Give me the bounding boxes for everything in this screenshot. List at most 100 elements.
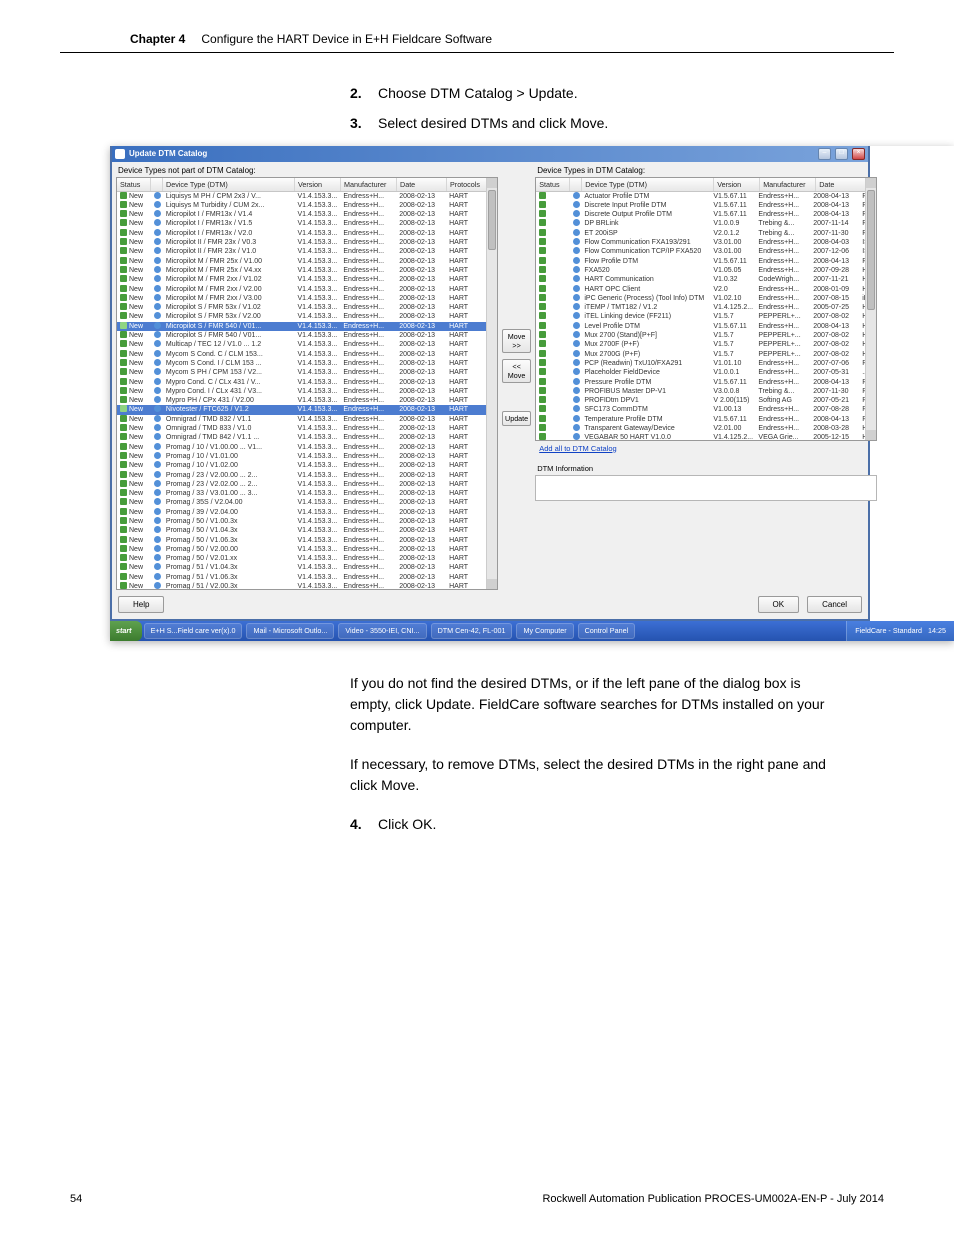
table-row[interactable]: Mux 2700G (P+F)V1.5.7PEPPERL+...2007-08-… — [536, 350, 865, 359]
table-row[interactable]: Flow Profile DTMV1.5.67.11Endress+H...20… — [536, 257, 865, 266]
table-row[interactable]: NewMypro PH / CPx 431 / V2.00V1.4.153.3.… — [117, 396, 486, 405]
table-row[interactable]: NewMicropilot M / FMR 25x / V1.00V1.4.15… — [117, 257, 486, 266]
start-button[interactable]: start — [110, 621, 142, 641]
table-row[interactable]: NewMicropilot M / FMR 2xx / V1.02V1.4.15… — [117, 275, 486, 284]
table-row[interactable]: Temperature Profile DTMV1.5.67.11Endress… — [536, 415, 865, 424]
col-manufacturer[interactable]: Manufacturer — [341, 178, 397, 191]
taskbar-item[interactable]: Mail - Microsoft Outlo... — [246, 623, 334, 639]
table-row[interactable]: NewPromag / 39 / V2.04.00V1.4.153.3...En… — [117, 508, 486, 517]
table-row[interactable]: NewMicropilot M / FMR 2xx / V3.00V1.4.15… — [117, 294, 486, 303]
table-row[interactable]: HART CommunicationV1.0.32CodeWrigh...200… — [536, 275, 865, 284]
table-row[interactable]: DP BRLinkV1.0.0.9Trebing &...2007-11-14P… — [536, 219, 865, 228]
table-row[interactable]: NewMicropilot II / FMR 23x / V1.0V1.4.15… — [117, 247, 486, 256]
table-row[interactable]: Level Profile DTMV1.5.67.11Endress+H...2… — [536, 322, 865, 331]
table-row[interactable]: NewMicropilot S / FMR 53x / V2.00V1.4.15… — [117, 312, 486, 321]
table-row[interactable]: SFC173 CommDTMV1.00.13Endress+H...2007-0… — [536, 405, 865, 414]
taskbar-item[interactable]: Video - 3550-IEI, CNI... — [338, 623, 426, 639]
table-row[interactable]: NewPromag / 23 / V2.02.00 ... 2...V1.4.1… — [117, 480, 486, 489]
col-protocol[interactable]: Protocols — [447, 178, 487, 191]
table-row[interactable]: NewPromag / 50 / V2.01.xxV1.4.153.3...En… — [117, 554, 486, 563]
table-row[interactable]: NewMypro Cond. C / CLx 431 / V...V1.4.15… — [117, 378, 486, 387]
col-status[interactable]: Status — [117, 178, 151, 191]
table-row[interactable]: Discrete Input Profile DTMV1.5.67.11Endr… — [536, 201, 865, 210]
add-all-link[interactable]: Add all to DTM Catalog — [535, 441, 877, 456]
table-row[interactable]: NewMicropilot II / FMR 23x / V0.3V1.4.15… — [117, 238, 486, 247]
col-date[interactable]: Date — [397, 178, 447, 191]
table-row[interactable]: PROFIBUS Master DP-V1V3.0.0.8Trebing &..… — [536, 387, 865, 396]
table-row[interactable]: NewMycom S PH / CPM 153 / V2...V1.4.153.… — [117, 368, 486, 377]
table-row[interactable]: Flow Communication TCP/IP FXA520V3.01.00… — [536, 247, 865, 256]
table-row[interactable]: Placeholder FieldDeviceV1.0.0.1Endress+H… — [536, 368, 865, 377]
table-row[interactable]: NewPromag / 51 / V1.04.3xV1.4.153.3...En… — [117, 563, 486, 572]
table-row[interactable]: HART OPC ClientV2.0Endress+H...2008-01-0… — [536, 285, 865, 294]
table-row[interactable]: NewMulticap / TEC 12 / V1.0 ... 1.2V1.4.… — [117, 340, 486, 349]
col-status[interactable]: Status — [536, 178, 570, 191]
table-row[interactable]: NewPromag / 10 / V1.00.00 ... V1...V1.4.… — [117, 443, 486, 452]
table-row[interactable]: NewNivotester / FTC625 / V1.2V1.4.153.3.… — [117, 405, 486, 414]
table-row[interactable]: NewPromag / 33 / V3.01.00 ... 3...V1.4.1… — [117, 489, 486, 498]
maximize-button[interactable]: □ — [835, 148, 848, 160]
table-row[interactable]: NewMicropilot M / FMR 25x / V4.xxV1.4.15… — [117, 266, 486, 275]
table-row[interactable]: VEGABAR 50 HART V1.0.0V1.4.125.2...VEGA … — [536, 433, 865, 439]
right-grid[interactable]: Status Device Type (DTM) Version Manufac… — [535, 177, 877, 441]
table-row[interactable]: NewOmnigrad / TMD 833 / V1.0V1.4.153.3..… — [117, 424, 486, 433]
table-row[interactable]: NewOmnigrad / TMD 832 / V1.1V1.4.153.3..… — [117, 415, 486, 424]
ok-button[interactable]: OK — [758, 596, 800, 613]
table-row[interactable]: NewPromag / 50 / V2.00.00V1.4.153.3...En… — [117, 545, 486, 554]
table-row[interactable]: NewPromag / 35S / V2.04.00V1.4.153.3...E… — [117, 498, 486, 507]
col-version[interactable]: Version — [295, 178, 341, 191]
table-row[interactable]: Mux 2700F (P+F)V1.5.7PEPPERL+...2007-08-… — [536, 340, 865, 349]
taskbar-item[interactable]: DTM Cen-42, FL-001 — [431, 623, 513, 639]
col-manufacturer[interactable]: Manufacturer — [760, 178, 816, 191]
minimize-button[interactable]: – — [818, 148, 831, 160]
table-row[interactable]: NewMicropilot S / FMR 540 / V01...V1.4.1… — [117, 331, 486, 340]
right-scrollbar[interactable] — [865, 178, 876, 440]
table-row[interactable]: NewLiquisys M PH / CPM 2x3 / V...V1.4.15… — [117, 192, 486, 201]
table-row[interactable]: NewMypro Cond. I / CLx 431 / V3...V1.4.1… — [117, 387, 486, 396]
table-row[interactable]: ET 200iSPV2.0.1.2Trebing &...2007-11-30P… — [536, 229, 865, 238]
table-row[interactable]: NewMicropilot I / FMR13x / V2.0V1.4.153.… — [117, 229, 486, 238]
table-row[interactable]: NewMicropilot I / FMR13x / V1.4V1.4.153.… — [117, 210, 486, 219]
left-scrollbar[interactable] — [486, 178, 497, 589]
update-button[interactable]: Update — [502, 411, 531, 426]
table-row[interactable]: NewMycom S Cond. I / CLM 153 ...V1.4.153… — [117, 359, 486, 368]
table-row[interactable]: NewMicropilot S / FMR 540 / V01...V1.4.1… — [117, 322, 486, 331]
table-row[interactable]: NewPromag / 50 / V1.06.3xV1.4.153.3...En… — [117, 536, 486, 545]
table-row[interactable]: NewMicropilot M / FMR 2xx / V2.00V1.4.15… — [117, 285, 486, 294]
taskbar-item[interactable]: Control Panel — [578, 623, 636, 639]
taskbar-item[interactable]: My Computer — [516, 623, 573, 639]
table-row[interactable]: NewPromag / 51 / V1.06.3xV1.4.153.3...En… — [117, 573, 486, 582]
table-row[interactable]: NewLiquisys M Turbidity / CUM 2x...V1.4.… — [117, 201, 486, 210]
table-row[interactable]: Flow Communication FXA193/291V3.01.00End… — [536, 238, 865, 247]
help-button[interactable]: Help — [118, 596, 164, 613]
table-row[interactable]: NewPromag / 51 / V2.00.3xV1.4.153.3...En… — [117, 582, 486, 589]
table-row[interactable]: iPC Generic (Process) (Tool Info) DTMV1.… — [536, 294, 865, 303]
col-version[interactable]: Version — [714, 178, 760, 191]
table-row[interactable]: NewPromag / 50 / V1.00.3xV1.4.153.3...En… — [117, 517, 486, 526]
table-row[interactable]: Pressure Profile DTMV1.5.67.11Endress+H.… — [536, 378, 865, 387]
taskbar-item[interactable]: E+H S...Field care ver(x).0 — [144, 623, 243, 639]
table-row[interactable]: NewMicropilot I / FMR13x / V1.5V1.4.153.… — [117, 219, 486, 228]
cancel-button[interactable]: Cancel — [807, 596, 862, 613]
table-row[interactable]: Discrete Output Profile DTMV1.5.67.11End… — [536, 210, 865, 219]
col-device[interactable]: Device Type (DTM) — [163, 178, 295, 191]
col-device[interactable]: Device Type (DTM) — [582, 178, 714, 191]
table-row[interactable]: NewPromag / 10 / V1.02.00V1.4.153.3...En… — [117, 461, 486, 470]
table-row[interactable]: NewPromag / 50 / V1.04.3xV1.4.153.3...En… — [117, 526, 486, 535]
table-row[interactable]: FXA520V1.05.05Endress+H...2007-09-28H... — [536, 266, 865, 275]
table-row[interactable]: Mux 2700 (Stand)[P+F]V1.5.7PEPPERL+...20… — [536, 331, 865, 340]
table-row[interactable]: iTEMP / TMT182 / V1.2V1.4.125.2...Endres… — [536, 303, 865, 312]
table-row[interactable]: Transparent Gateway/DeviceV2.01.00Endres… — [536, 424, 865, 433]
move-right-button[interactable]: Move >> — [502, 329, 531, 353]
table-row[interactable]: PROFIDtm DPV1V 2.00(115)Softing AG2007-0… — [536, 396, 865, 405]
table-row[interactable]: iTEL Linking device (FF211)V1.5.7PEPPERL… — [536, 312, 865, 321]
table-row[interactable]: NewPromag / 10 / V1.01.00V1.4.153.3...En… — [117, 452, 486, 461]
col-date[interactable]: Date — [816, 178, 866, 191]
close-button[interactable]: × — [852, 148, 865, 160]
table-row[interactable]: NewMicropilot S / FMR 53x / V1.02V1.4.15… — [117, 303, 486, 312]
table-row[interactable]: NewOmnigrad / TMD 842 / V1.1 ...V1.4.153… — [117, 433, 486, 442]
left-grid[interactable]: Status Device Type (DTM) Version Manufac… — [116, 177, 498, 590]
table-row[interactable]: PCP (Readwin) TxU10/FXA291V1.01.10Endres… — [536, 359, 865, 368]
table-row[interactable]: NewMycom S Cond. C / CLM 153...V1.4.153.… — [117, 350, 486, 359]
move-left-button[interactable]: << Move — [502, 359, 531, 383]
